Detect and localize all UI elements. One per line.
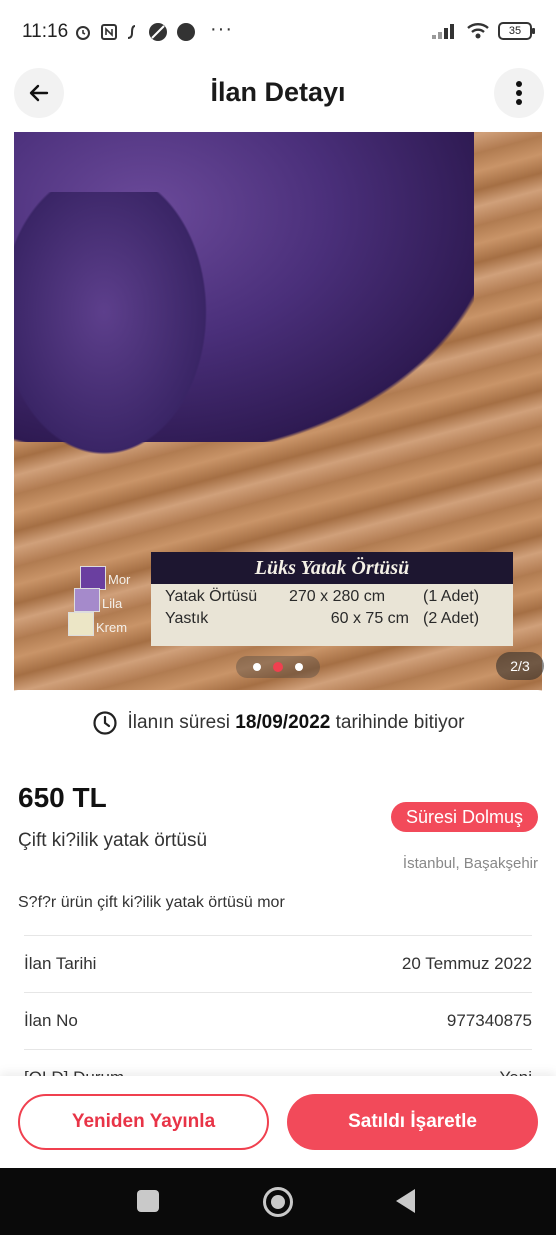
swatch-label: Mor [108,572,131,587]
expiry-prefix: İlanın süresi [127,712,230,733]
listing-location: İstanbul, Başakşehir [402,855,538,872]
image-gallery[interactable]: Mor Lila Krem Lüks Yatak Örtüsü Yatak Ör… [0,132,556,692]
listing-photo[interactable]: Mor Lila Krem Lüks Yatak Örtüsü Yatak Ör… [14,132,542,692]
republish-button[interactable]: Yeniden Yayınla [18,1094,269,1150]
app-notification-icon [127,25,136,39]
listing-details-sheet: İlanın süresi 18/09/2022 tarihinde bitiy… [0,690,556,1090]
clock-icon [92,711,117,735]
detail-value: 20 Temmuz 2022 [401,953,532,973]
fabric-shape-2 [14,192,234,492]
status-bar: 11:16 ··· 35 [0,0,556,64]
mark-sold-button[interactable]: Satıldı İşaretle [287,1094,538,1150]
product-label-heading: Lüks Yatak Örtüsü [151,552,513,584]
label-cell: 60 x 75 cm [330,610,409,627]
swatch-lila [74,588,100,612]
label-cell: (1 Adet) [423,588,480,605]
system-back-icon[interactable] [396,1189,415,1213]
product-label-card: Lüks Yatak Örtüsü Yatak Örtüsü 270 x 280… [151,552,513,646]
notification-icons [74,22,196,42]
detail-row-date: İlan Tarihi 20 Temmuz 2022 [24,935,532,991]
pager-dot[interactable] [295,663,303,671]
pager-dot[interactable] [253,663,261,671]
pager-dot-active[interactable] [273,662,283,672]
label-cell: Yatak Örtüsü [165,588,258,605]
expiry-notice: İlanın süresi 18/09/2022 tarihinde bitiy… [0,710,556,736]
listing-description: S?f?r ürün çift ki?ilik yatak örtüsü mor [18,894,285,911]
more-notifications-icon: ··· [210,18,233,40]
status-time: 11:16 [22,21,69,42]
label-cell: 270 x 280 cm [289,588,386,605]
nfc-icon [101,24,117,40]
detail-label: İlan Tarihi [24,953,97,973]
swatch-label: Lila [102,596,123,611]
detail-label: İlan No [24,1010,78,1030]
detail-value: 977340875 [446,1010,532,1030]
gallery-pager [236,656,320,678]
signal-icon [432,24,454,39]
listing-price: 650 TL [18,782,107,813]
image-counter: 2/3 [496,652,544,680]
home-icon[interactable] [263,1187,293,1217]
expiry-date: 18/09/2022 [235,712,331,733]
label-cell: Yastık [165,610,209,627]
system-nav-bar [0,1168,556,1235]
dot-icon [177,23,195,41]
page-title: İlan Detayı [210,77,346,107]
swatch-krem [68,612,94,636]
app-header: İlan Detayı [0,64,556,132]
expiry-suffix: tarihinde bitiyor [335,712,465,733]
recent-apps-icon[interactable] [137,1190,159,1212]
product-label-row: Yastık 60 x 75 cm (2 Adet) [151,606,513,628]
swatch-label: Krem [96,620,128,635]
alarm-icon [76,26,90,40]
label-cell: (2 Adet) [423,610,480,627]
vertical-dots-icon [516,81,522,105]
product-label-row: Yatak Örtüsü 270 x 280 cm (1 Adet) [151,584,513,606]
action-bar: Yeniden Yayınla Satıldı İşaretle [0,1076,556,1168]
swatch-mor [80,566,106,590]
detail-row-number: İlan No 977340875 [24,992,532,1048]
system-icons: 35 [432,22,535,40]
wifi-icon [467,23,489,39]
status-badge: Süresi Dolmuş [390,802,538,832]
more-options-button[interactable] [494,68,544,118]
mute-icon [149,23,167,41]
battery-icon: 35 [498,22,535,40]
listing-title: Çift ki?ilik yatak örtüsü [18,830,208,851]
